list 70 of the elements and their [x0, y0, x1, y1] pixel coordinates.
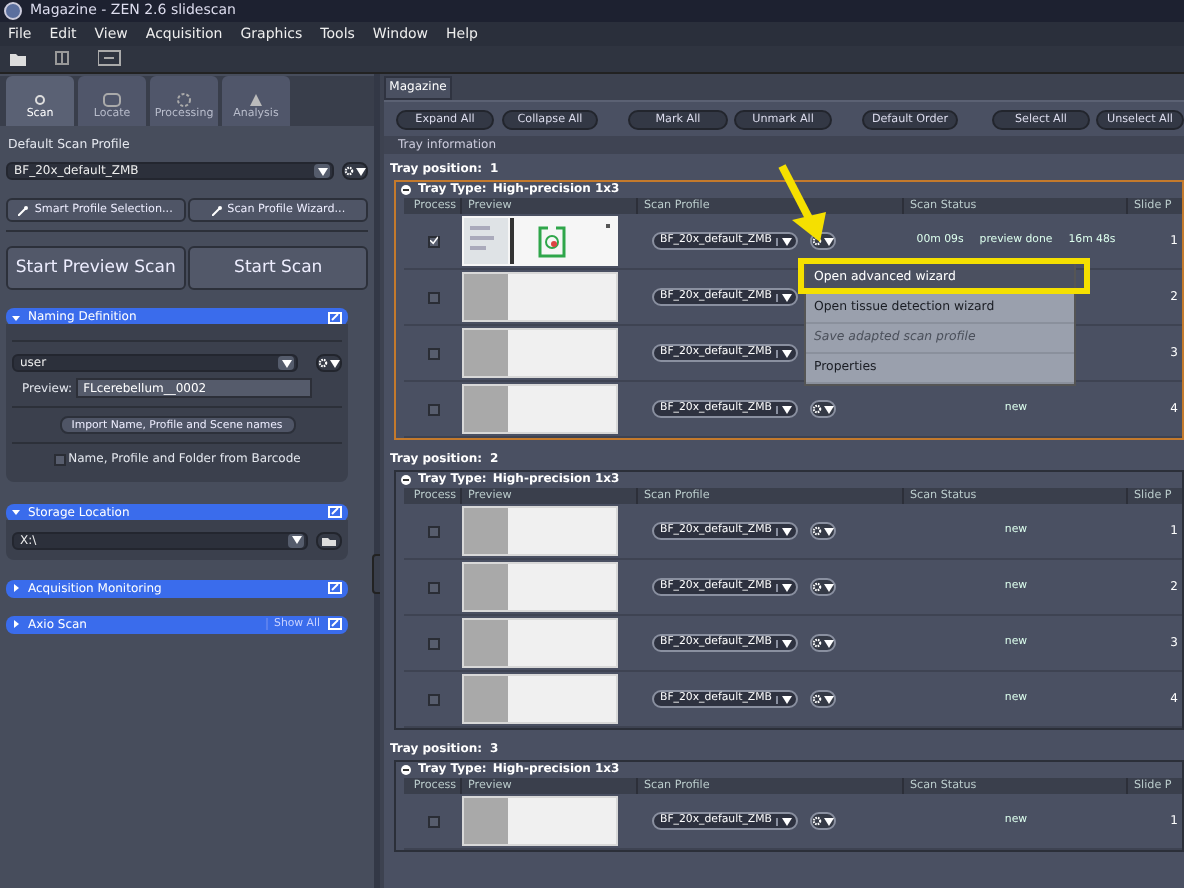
gear-icon [811, 816, 822, 826]
settings-button[interactable] [809, 812, 836, 830]
collapse-icon[interactable] [400, 184, 412, 196]
caret-icon [781, 817, 792, 825]
settings-button[interactable] [809, 400, 836, 418]
gear-icon [318, 358, 328, 369]
settings-button[interactable] [809, 634, 836, 652]
settings-button[interactable] [316, 354, 342, 373]
expand-icon [12, 584, 20, 593]
checkbox[interactable] [427, 291, 439, 303]
caret-icon [823, 583, 834, 591]
gear-icon [811, 582, 822, 592]
gear-icon [811, 236, 822, 246]
caret-icon [823, 237, 834, 245]
caret-icon [781, 349, 792, 357]
caret-icon [823, 527, 834, 535]
expand-icon [12, 620, 20, 629]
checkbox[interactable] [427, 403, 439, 415]
wand-icon [18, 205, 29, 216]
frame-icon [102, 92, 122, 109]
settings-button[interactable] [809, 578, 836, 596]
caret-icon [781, 695, 792, 703]
caret-icon [330, 359, 340, 368]
gear-icon [811, 638, 822, 648]
caret-icon [281, 359, 291, 368]
settings-button[interactable] [342, 162, 368, 181]
caret-icon [781, 405, 792, 413]
checkbox[interactable] [427, 525, 439, 537]
caret-icon [781, 237, 792, 245]
wand-icon [211, 205, 222, 216]
start-button[interactable]: Start Preview Scan [6, 246, 186, 291]
caret-icon [823, 639, 834, 647]
open-folder-button[interactable] [316, 531, 342, 550]
caret-icon [781, 583, 792, 591]
gear-icon [811, 694, 822, 704]
collapse-icon[interactable] [400, 474, 412, 486]
caret-icon [781, 527, 792, 535]
caret-icon [823, 695, 834, 703]
settings-button[interactable] [809, 522, 836, 540]
collapse-icon[interactable] [400, 764, 412, 776]
caret-icon [781, 293, 792, 301]
start-button[interactable]: Start Scan [188, 246, 368, 291]
checkbox[interactable] [53, 454, 66, 467]
caret-icon [823, 817, 834, 825]
checkbox[interactable] [427, 581, 439, 593]
checkbox[interactable] [427, 815, 439, 827]
gear-icon [811, 526, 822, 536]
caret-icon [356, 167, 366, 176]
popout-icon [328, 618, 342, 631]
checkbox[interactable] [427, 693, 439, 705]
app-logo-icon [4, 2, 22, 20]
target-icon [30, 92, 50, 109]
checkbox[interactable] [427, 347, 439, 359]
gear-icon [811, 404, 822, 414]
triangle-icon [246, 92, 266, 109]
folder-icon [322, 535, 336, 546]
check-icon [429, 236, 437, 246]
settings-button[interactable] [809, 690, 836, 708]
minus-icon[interactable] [98, 50, 122, 68]
popout-icon [328, 506, 342, 519]
popout-icon [328, 582, 342, 595]
gear-icon [174, 92, 194, 109]
checkbox[interactable] [427, 235, 439, 247]
popout-icon [328, 311, 342, 324]
checkbox[interactable] [427, 637, 439, 649]
gear-icon [344, 166, 354, 177]
caret-icon [823, 405, 834, 413]
caret-icon [291, 536, 301, 545]
caret-icon [317, 167, 327, 176]
caret-icon [781, 639, 792, 647]
